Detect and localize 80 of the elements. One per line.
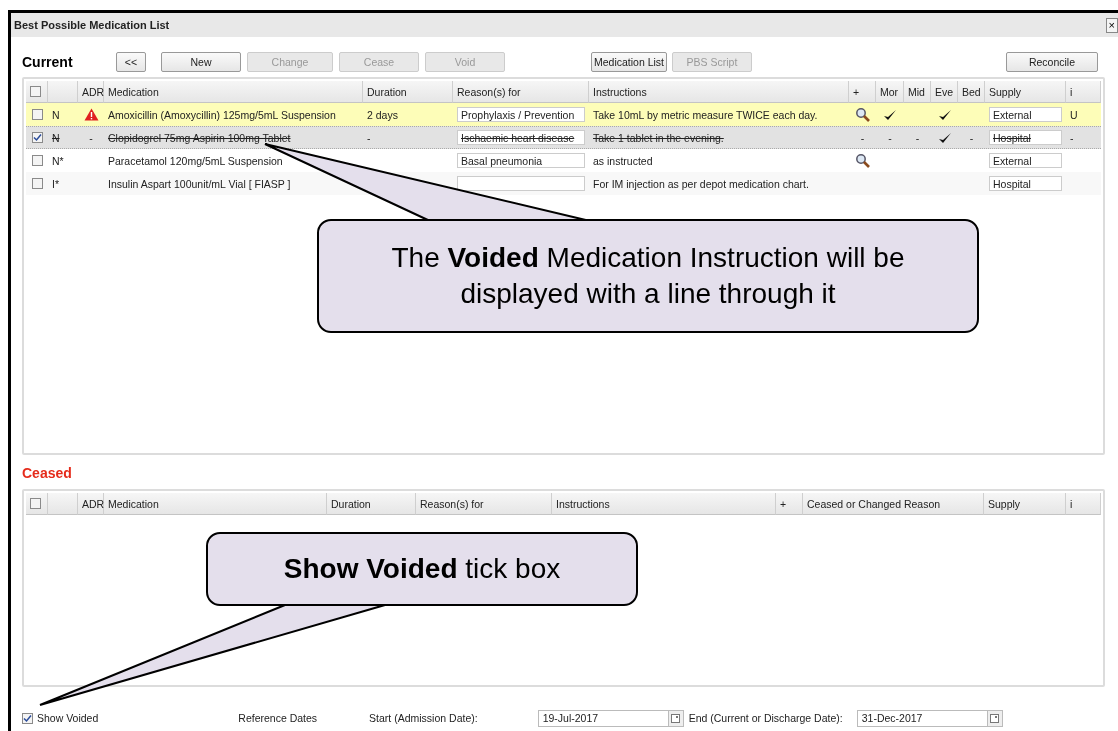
calendar-icon[interactable] [986,710,1002,726]
column-header[interactable]: Mid [904,81,931,103]
column-header[interactable]: Duration [363,81,453,103]
select-all-checkbox[interactable] [30,86,41,97]
row-checkbox[interactable] [31,155,43,166]
toolbar-button[interactable]: Medication List [591,52,667,72]
duration-text: 2 days [367,108,398,121]
column-header[interactable]: Eve [931,81,958,103]
section-heading: Current [22,54,74,70]
start-date-label: Start (Admission Date): [369,712,478,724]
duration-text: - [367,131,371,144]
column-header[interactable]: Duration [327,493,416,515]
info-text: U [1070,108,1078,121]
end-date-field[interactable]: 31-Dec-2017 [856,709,1003,727]
search-icon[interactable] [855,107,870,122]
close-button[interactable]: × [1105,17,1118,33]
reason-field[interactable]: Basal pneumonia [457,153,585,168]
column-header[interactable]: Medication [104,493,327,515]
medication-name: Clopidogrel 75mg Aspirin 100mg Tablet [108,131,291,144]
reference-dates-label: Reference Dates [238,712,318,724]
column-header[interactable]: Reason(s) for [416,493,552,515]
table-row[interactable]: N - Clopidogrel 75mg Aspirin 100mg Tablet - Ischaemic heart disease Take 1 tablet in the evening. - - - - Hospital - [26,126,1101,149]
instructions-text: as instructed [593,154,653,167]
dose-text: - [915,131,920,144]
dose-text: - [969,131,974,144]
reason-field[interactable] [457,176,585,191]
supply-field[interactable]: Hospital [989,176,1062,191]
reason-field[interactable]: Ischaemic heart disease [457,130,585,145]
table-row[interactable]: I* Insulin Aspart 100unit/mL Vial [ FIASP ] For IM injection as per depot medication chart. Hospital [26,172,1101,195]
instructions-text: For IM injection as per depot medication chart. [593,177,809,190]
supply-field[interactable]: External [989,107,1062,122]
column-header[interactable]: Medication [104,81,363,103]
column-header[interactable]: Bed [958,81,985,103]
dose-text: - [888,131,892,144]
table-row[interactable]: N Amoxicillin (Amoxycillin) 125mg/5mL Suspension 2 days Prophylaxis / Prevention Take 10mL by metric measure TWICE each day. External U [26,103,1101,126]
info-text: - [1070,131,1074,144]
medication-name: Amoxicillin (Amoxycillin) 125mg/5mL Suspension [108,108,336,121]
window-title: Best Possible Medication List [14,19,170,31]
type-code: I* [52,177,59,190]
row-checkbox[interactable] [31,132,43,143]
row-checkbox[interactable] [31,178,43,189]
section-heading: Ceased [22,465,73,481]
type-code: N [52,108,60,121]
search-icon[interactable] [855,153,870,168]
row-checkbox[interactable] [31,109,43,120]
column-header[interactable]: Reason(s) for [453,81,589,103]
column-header[interactable]: Instructions [552,493,776,515]
toolbar-button[interactable]: New [161,52,241,72]
column-header[interactable]: Supply [985,81,1066,103]
reason-field[interactable]: Prophylaxis / Prevention [457,107,585,122]
calendar-icon[interactable] [667,710,683,726]
type-code: N [52,131,60,144]
medication-name: Insulin Aspart 100unit/mL Vial [ FIASP ] [108,177,291,190]
toolbar-button[interactable]: Reconcile [1006,52,1098,72]
column-header[interactable]: + [849,81,876,103]
callout-box: Show Voided tick box [206,532,638,606]
supply-field[interactable]: External [989,153,1062,168]
start-date-field[interactable]: 19-Jul-2017 [537,709,684,727]
plus-text: - [860,131,865,144]
instructions-text: Take 1 tablet in the evening. [593,131,724,144]
column-header[interactable]: Mor [876,81,904,103]
medication-name: Paracetamol 120mg/5mL Suspension [108,154,283,167]
instructions-text: Take 10mL by metric measure TWICE each day. [593,108,818,121]
column-header[interactable]: ADR [78,493,104,515]
supply-field[interactable]: Hospital [989,130,1062,145]
column-header[interactable]: Supply [984,493,1066,515]
show-voided-label: Show Voided [37,712,99,724]
column-header[interactable]: + [776,493,803,515]
adr-text: - [89,131,93,144]
column-header[interactable]: i [1066,493,1101,515]
warning-icon [83,108,99,121]
toolbar-button[interactable]: << [116,52,146,72]
end-date-label: End (Current or Discharge Date): [688,712,843,724]
type-code: N* [52,154,64,167]
column-header[interactable]: Ceased or Changed Reason [803,493,984,515]
column-header[interactable]: ADR [78,81,104,103]
select-all-checkbox[interactable] [30,498,41,509]
show-voided-checkbox[interactable] [22,712,33,724]
column-header[interactable]: Instructions [589,81,849,103]
column-header[interactable]: i [1066,81,1101,103]
